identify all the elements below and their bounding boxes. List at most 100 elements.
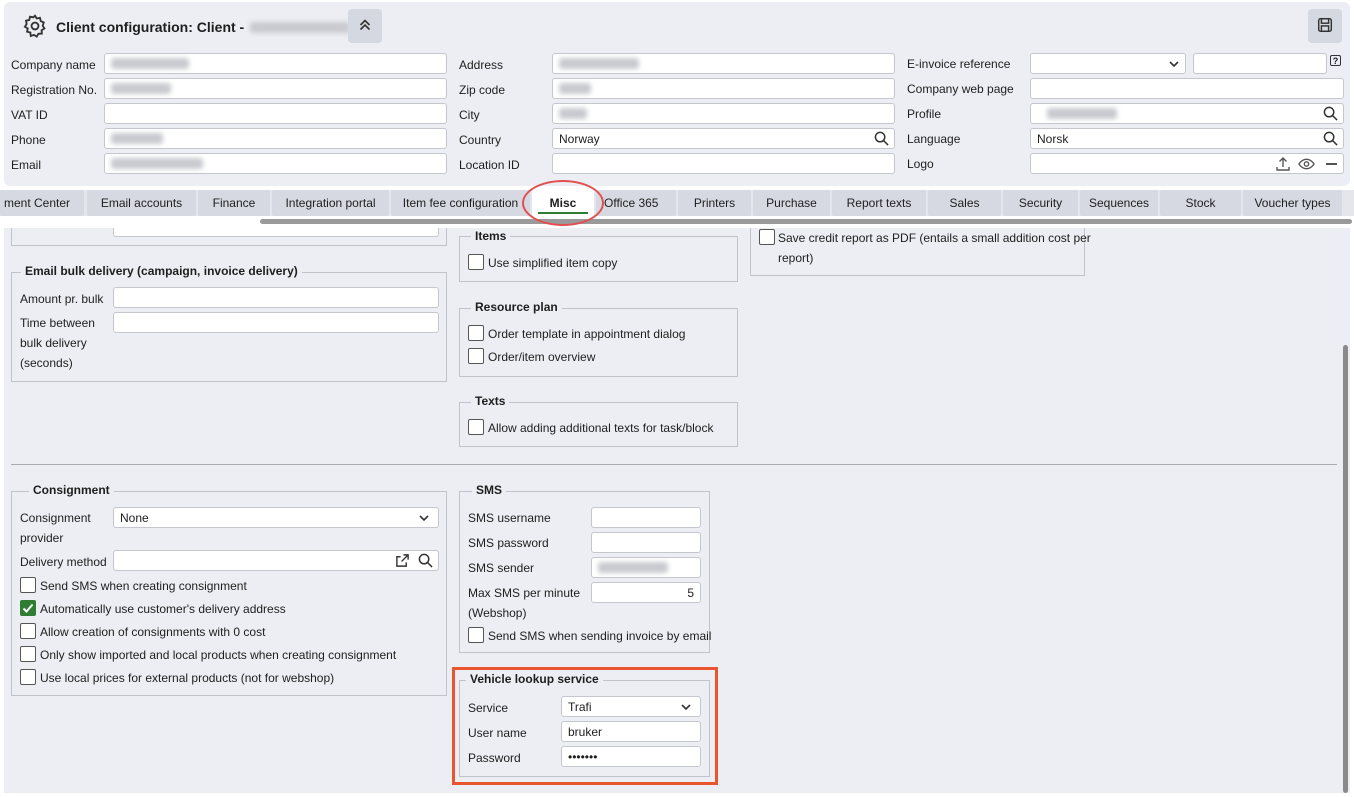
country-label: Country — [459, 133, 502, 147]
resource-plan-section — [459, 308, 738, 377]
imported-products-checkbox[interactable] — [20, 646, 36, 662]
additional-texts-checkbox[interactable] — [468, 419, 484, 435]
time-between-input[interactable] — [113, 312, 439, 333]
address-input[interactable] — [552, 53, 895, 74]
credit-report-label: Save credit report as PDF (entails a sma… — [778, 231, 1091, 245]
tab-sales[interactable]: Sales — [928, 190, 1001, 216]
zero-cost-checkbox[interactable] — [20, 623, 36, 639]
email-input[interactable] — [104, 153, 447, 174]
logo-input[interactable] — [1030, 153, 1344, 174]
tab-voucher-types[interactable]: Voucher types — [1243, 190, 1342, 216]
registration-no-input[interactable] — [104, 78, 447, 99]
simplified-copy-label: Use simplified item copy — [488, 256, 618, 270]
checkmark-icon — [22, 603, 34, 613]
amount-per-bulk-label: Amount pr. bulk — [20, 292, 104, 306]
order-template-checkbox[interactable] — [468, 325, 484, 341]
search-icon[interactable] — [1323, 106, 1338, 123]
sms-password-input[interactable] — [591, 532, 701, 553]
amount-per-bulk-input[interactable] — [113, 287, 439, 308]
order-template-label: Order template in appointment dialog — [488, 327, 686, 341]
additional-texts-label: Allow adding additional texts for task/b… — [488, 421, 714, 435]
tab-report-texts[interactable]: Report texts — [832, 190, 926, 216]
tab-stock[interactable]: Stock — [1160, 190, 1241, 216]
simplified-copy-checkbox[interactable] — [468, 254, 484, 270]
order-item-overview-checkbox[interactable] — [468, 348, 484, 364]
email-bulk-title: Email bulk delivery (campaign, invoice d… — [21, 264, 302, 278]
sms-invoice-checkbox[interactable] — [468, 627, 484, 643]
credit-report-checkbox[interactable] — [759, 229, 775, 245]
save-button[interactable] — [1308, 9, 1342, 43]
phone-input[interactable] — [104, 128, 447, 149]
e-invoice-reference-label: E-invoice reference — [907, 57, 1011, 71]
zip-code-input[interactable] — [552, 78, 895, 99]
texts-title: Texts — [471, 394, 510, 408]
company-web-page-label: Company web page — [907, 82, 1014, 96]
country-input[interactable]: Norway — [552, 128, 895, 149]
search-icon[interactable] — [418, 553, 433, 570]
chevron-double-up-icon — [356, 16, 374, 37]
language-label: Language — [907, 132, 961, 146]
sms-consignment-checkbox[interactable] — [20, 577, 36, 593]
tab-sequences[interactable]: Sequences — [1080, 190, 1158, 216]
sms-sender-input[interactable] — [591, 557, 701, 578]
remove-icon[interactable] — [1326, 163, 1337, 165]
external-link-icon[interactable] — [395, 553, 410, 570]
time-between-label-2: bulk delivery — [20, 336, 87, 350]
sms-title: SMS — [472, 483, 507, 497]
collapse-button[interactable] — [348, 9, 382, 43]
zero-cost-label: Allow creation of consignments with 0 co… — [40, 625, 266, 639]
email-label: Email — [11, 158, 42, 172]
sms-username-input[interactable] — [591, 507, 701, 528]
sms-sender-label: SMS sender — [468, 561, 535, 575]
local-prices-checkbox[interactable] — [20, 669, 36, 685]
language-input[interactable]: Norsk — [1030, 128, 1344, 149]
tab-office-365[interactable]: Office 365 — [596, 190, 676, 216]
company-web-page-input[interactable] — [1030, 78, 1344, 99]
vat-id-input[interactable] — [104, 103, 447, 124]
max-sms-label: Max SMS per minute — [468, 586, 581, 600]
tab-integration-portal[interactable]: Integration portal — [272, 190, 389, 216]
delivery-method-input[interactable] — [113, 550, 439, 571]
e-invoice-reference-select[interactable] — [1030, 53, 1186, 74]
consignment-title: Consignment — [29, 483, 114, 497]
title-bar: Client configuration: Client - — [22, 12, 351, 42]
chevron-down-icon — [418, 512, 430, 527]
section-divider — [11, 464, 1337, 465]
save-icon — [1316, 16, 1334, 37]
vertical-scrollbar[interactable] — [1343, 345, 1348, 793]
search-icon[interactable] — [874, 131, 889, 148]
search-icon[interactable] — [1323, 131, 1338, 148]
tab-email-accounts[interactable]: Email accounts — [87, 190, 196, 216]
local-prices-label: Use local prices for external products (… — [40, 671, 335, 685]
max-sms-input[interactable]: 5 — [591, 582, 701, 603]
company-name-input[interactable] — [104, 53, 447, 74]
order-item-overview-label: Order/item overview — [488, 350, 596, 364]
auto-delivery-address-checkbox[interactable] — [20, 600, 36, 616]
help-icon[interactable]: ? — [1330, 55, 1341, 66]
time-between-label-3: (seconds) — [20, 356, 73, 370]
tab-item-fee-configuration[interactable]: Item fee configuration — [391, 190, 530, 216]
sms-password-label: SMS password — [468, 536, 549, 550]
max-sms-value: 5 — [687, 585, 694, 600]
tab-security[interactable]: Security — [1003, 190, 1078, 216]
city-input[interactable] — [552, 103, 895, 124]
profile-input[interactable] — [1030, 103, 1344, 124]
sms-invoice-label: Send SMS when sending invoice by email — [488, 629, 712, 643]
tab-finance[interactable]: Finance — [198, 190, 270, 216]
tab-purchase[interactable]: Purchase — [753, 190, 830, 216]
items-title: Items — [471, 229, 511, 243]
consignment-provider-label: Consignment — [20, 511, 91, 525]
imported-products-label: Only show imported and local products wh… — [40, 648, 397, 662]
location-id-input[interactable] — [552, 153, 895, 174]
partial-input[interactable] — [113, 228, 439, 237]
horizontal-scrollbar[interactable] — [260, 219, 1352, 224]
tab-document-center[interactable]: ment Center — [0, 190, 84, 216]
sms-username-label: SMS username — [468, 511, 551, 525]
e-invoice-reference-input[interactable] — [1193, 53, 1327, 74]
phone-label: Phone — [11, 133, 46, 147]
resource-plan-title: Resource plan — [471, 300, 562, 314]
eye-icon[interactable] — [1298, 156, 1315, 173]
tab-printers[interactable]: Printers — [678, 190, 751, 216]
consignment-provider-select[interactable]: None — [113, 507, 439, 528]
upload-icon[interactable] — [1275, 156, 1291, 173]
